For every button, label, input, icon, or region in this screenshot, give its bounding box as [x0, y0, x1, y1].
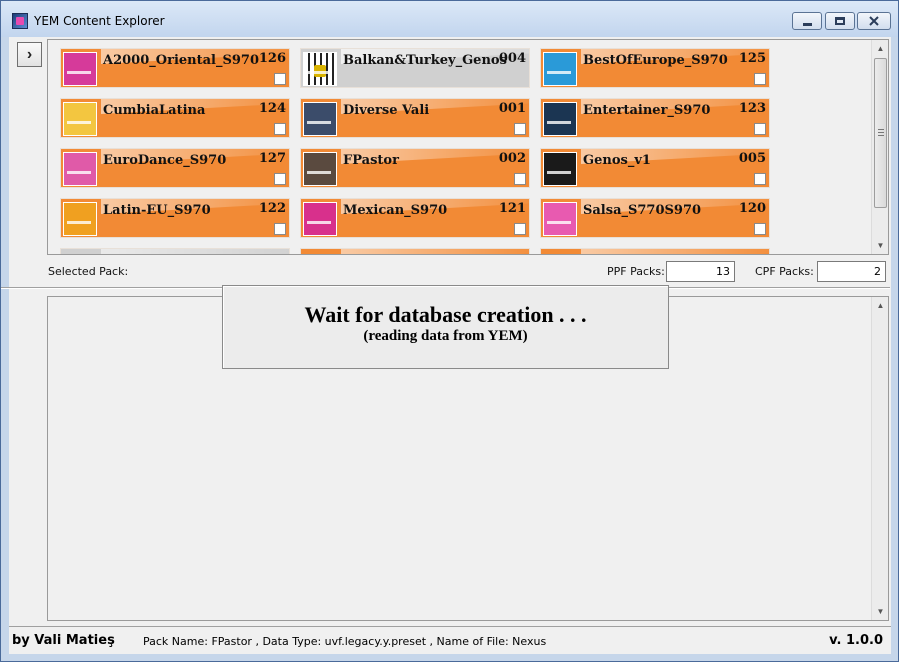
pack-name: A2000_Oriental_S970 [103, 53, 259, 68]
pack-tile[interactable]: FPastor 002 [300, 148, 530, 188]
close-icon [869, 16, 879, 26]
pack-name: Latin-EU_S970 [103, 203, 211, 218]
grip-line [878, 132, 884, 133]
pack-number: 126 [258, 51, 286, 66]
pack-checkbox[interactable] [754, 173, 766, 185]
pack-name: Salsa_S770S970 [583, 203, 702, 218]
wait-title: Wait for database creation . . . [304, 302, 587, 327]
version-text: v. 1.0.0 [829, 633, 883, 648]
pack-tile[interactable]: BestOfEurope_S970 125 [540, 48, 770, 88]
minimize-button[interactable] [792, 12, 822, 30]
ppf-packs-field[interactable]: 13 [666, 261, 735, 282]
scroll-up-icon[interactable]: ▲ [872, 40, 888, 57]
pack-name: Mexican_S970 [343, 203, 448, 218]
pack-tile[interactable]: EuroDance_S970 127 [60, 148, 290, 188]
pack-name: FPastor [343, 153, 399, 168]
lock-icon [314, 65, 326, 77]
pack-thumbnail [303, 52, 337, 86]
pack-thumbnail [543, 152, 577, 186]
content-scrollbar[interactable]: ▲ ▼ [871, 297, 888, 620]
pack-thumbnail [303, 102, 337, 136]
maximize-icon [835, 17, 845, 25]
pack-number: 124 [258, 101, 286, 116]
pack-name: Entertainer_S970 [583, 103, 711, 118]
pack-name: CumbiaLatina [103, 103, 206, 118]
pack-tile-partial[interactable] [300, 248, 530, 254]
ppf-packs-label: PPF Packs: [607, 265, 665, 278]
pack-checkbox[interactable] [514, 223, 526, 235]
pack-name: BestOfEurope_S970 [583, 53, 728, 68]
packs-scrollbar[interactable]: ▲ ▼ [871, 40, 888, 254]
pack-number: 004 [498, 51, 526, 66]
minimize-icon [802, 22, 812, 26]
pack-thumbnail [63, 102, 97, 136]
pack-tile[interactable]: A2000_Oriental_S970 126 [60, 48, 290, 88]
packs-panel: A2000_Oriental_S970 126 Balkan&Turkey_Geno… [47, 39, 889, 255]
pack-thumbnail [63, 202, 97, 236]
scroll-down-icon[interactable]: ▼ [872, 603, 889, 620]
pack-number: 122 [258, 201, 286, 216]
pack-name: Diverse Vali [343, 103, 430, 118]
pack-tile[interactable]: Mexican_S970 121 [300, 198, 530, 238]
title-bar[interactable]: YEM Content Explorer [1, 1, 898, 37]
pack-thumbnail [303, 152, 337, 186]
pack-thumbnail [543, 52, 577, 86]
window-title: YEM Content Explorer [34, 14, 165, 28]
pack-name: Balkan&Turkey_Genos [343, 53, 507, 68]
pack-thumbnail [63, 152, 97, 186]
pack-tile[interactable]: Entertainer_S970 123 [540, 98, 770, 138]
pack-number: 121 [498, 201, 526, 216]
pack-name: EuroDance_S970 [103, 153, 227, 168]
pack-number: 005 [738, 151, 766, 166]
close-button[interactable] [857, 12, 891, 30]
pack-tile[interactable]: Genos_v1 005 [540, 148, 770, 188]
scroll-up-icon[interactable]: ▲ [872, 297, 889, 314]
cpf-packs-label: CPF Packs: [755, 265, 814, 278]
pack-tile[interactable]: Balkan&Turkey_Genos 004 [300, 48, 530, 88]
pack-checkbox[interactable] [274, 123, 286, 135]
pack-number: 002 [498, 151, 526, 166]
pack-thumbnail [63, 52, 97, 86]
grip-line [878, 135, 884, 136]
author-text: by Vali Matieş [12, 633, 115, 648]
maximize-button[interactable] [825, 12, 855, 30]
pack-info-text: Pack Name: FPastor , Data Type: uvf.lega… [143, 635, 547, 648]
client-area: › A2000_Oriental_S970 126 Balkan&Turkey_Ge… [1, 37, 891, 654]
grip-line [878, 129, 884, 130]
pack-checkbox[interactable] [754, 123, 766, 135]
pack-thumbnail [543, 102, 577, 136]
wait-dialog: Wait for database creation . . . (readin… [222, 285, 669, 369]
pack-checkbox[interactable] [754, 223, 766, 235]
pack-tile[interactable]: CumbiaLatina 124 [60, 98, 290, 138]
scroll-thumb[interactable] [874, 58, 887, 208]
app-icon [12, 13, 28, 29]
pack-tile[interactable]: Diverse Vali 001 [300, 98, 530, 138]
pack-tile[interactable]: Latin-EU_S970 122 [60, 198, 290, 238]
pack-checkbox[interactable] [274, 73, 286, 85]
pack-checkbox[interactable] [514, 123, 526, 135]
pack-thumbnail [303, 202, 337, 236]
pack-checkbox[interactable] [274, 173, 286, 185]
pack-number: 125 [738, 51, 766, 66]
pack-name: Genos_v1 [583, 153, 651, 168]
expand-button[interactable]: › [17, 42, 42, 67]
wait-subtitle: (reading data from YEM) [363, 328, 528, 344]
pack-number: 123 [738, 101, 766, 116]
pack-thumbnail [543, 202, 577, 236]
pack-tile[interactable]: Salsa_S770S970 120 [540, 198, 770, 238]
app-window: YEM Content Explorer › A2000_Oriental_S9… [0, 0, 899, 662]
pack-checkbox[interactable] [754, 73, 766, 85]
pack-number: 001 [498, 101, 526, 116]
pack-tile-partial[interactable] [60, 248, 290, 254]
status-bar: by Vali Matieş Pack Name: FPastor , Data… [9, 626, 891, 652]
cpf-packs-field[interactable]: 2 [817, 261, 886, 282]
pack-checkbox[interactable] [514, 173, 526, 185]
pack-number: 127 [258, 151, 286, 166]
pack-checkbox[interactable] [274, 223, 286, 235]
scroll-down-icon[interactable]: ▼ [872, 237, 888, 254]
pack-number: 120 [738, 201, 766, 216]
selected-pack-label: Selected Pack: [48, 265, 129, 278]
pack-tile-partial[interactable] [540, 248, 770, 254]
chevron-right-icon: › [26, 45, 33, 63]
